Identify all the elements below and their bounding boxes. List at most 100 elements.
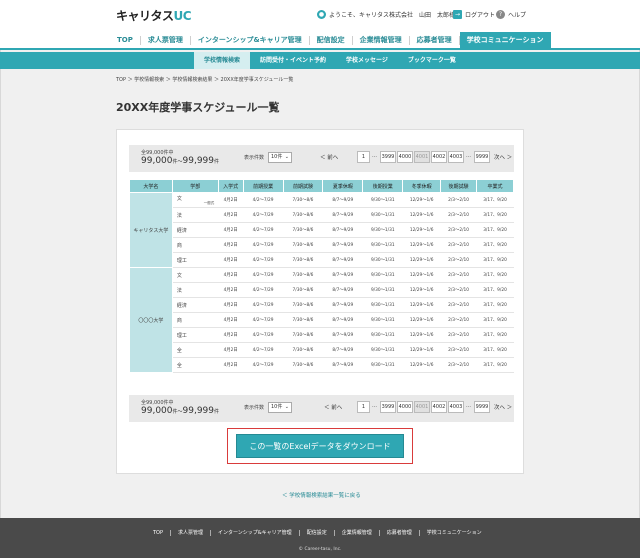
schedule-cell: 3/17、9/20 [476,207,514,223]
page-button[interactable]: 4000 [397,151,413,163]
range-start: 99,000 [141,156,173,166]
footer-link-applicants[interactable]: 応募者管理 [380,530,420,536]
page-button[interactable]: 3999 [380,151,396,163]
footer-link-company[interactable]: 企業情報管理 [335,530,380,536]
schedule-cell: 4/2〜7/29 [243,237,284,253]
next-page-link[interactable]: 次へ ＞ [494,403,512,411]
logout-label: ログアウト [465,12,496,19]
schedule-cell: 12/29〜1/6 [402,252,441,268]
page-button[interactable]: 4002 [431,401,447,413]
faculty-cell: 全 [172,342,219,358]
snav-school-message[interactable]: 学校メッセージ [336,52,398,69]
page-ellipsis: … [372,403,377,409]
faculty-name: 商 [176,242,182,249]
schedule-cell: 8/7〜9/29 [322,342,363,358]
back-to-results-link[interactable]: ＜ 学校情報検索結果一覧に戻る [282,491,361,499]
schedule-cell: 2/3〜2/10 [440,267,477,283]
page-button[interactable]: 4003 [448,401,464,413]
page-ellipsis: … [466,153,471,159]
gnav-job-posting[interactable]: 求人票管理 [141,35,191,45]
range-sep: 件～ [172,159,183,165]
page-button[interactable]: 9999 [474,151,490,163]
table-row: 理工 4月2日 4/2〜7/29 7/30〜8/6 8/7〜9/29 9/30〜1/31 1… [130,327,514,343]
university-name-cell: 〇〇〇大学 [129,267,173,373]
col-first-term: 前期授業 [242,179,284,193]
table-row: 法 4月2日 4/2〜7/29 7/30〜8/6 8/7〜9/29 9/30〜1/31 12… [130,282,514,298]
schedule-cell: 8/7〜9/29 [322,327,363,343]
schedule-cell: 12/29〜1/6 [402,312,441,328]
footer-link-school[interactable]: 学校コミュニケーション [420,530,489,536]
prev-page-link[interactable]: ＜ 前へ [324,403,342,411]
footer-link-delivery[interactable]: 配信設定 [300,530,335,536]
schedule-cell: 7/30〜8/6 [283,327,323,343]
schedule-cell: 3/17、9/20 [476,252,514,268]
range-unit: 件 [214,159,220,165]
gnav-applicants[interactable]: 応募者管理 [410,35,460,45]
schedule-cell: 12/29〜1/6 [402,357,441,373]
col-second-exam: 後期試験 [440,179,478,193]
footer-link-job-posting[interactable]: 求人票管理 [171,530,212,536]
faculty-cell: 法 [172,207,219,223]
schedule-cell: 9/30〜1/31 [362,252,403,268]
schedule-cell: 4/2〜7/29 [243,192,284,208]
faculty-name: 文 [176,272,182,279]
page-ellipsis: … [466,403,471,409]
schedule-cell: 4月2日 [218,267,244,283]
next-page-link[interactable]: 次へ ＞ [494,153,512,161]
range-start: 99,000 [141,406,173,416]
gnav-internship[interactable]: インターンシップ&キャリア管理 [191,35,310,45]
excel-download-button[interactable]: この一覧のExcelデータをダウンロード [236,434,404,458]
faculty-name: 法 [176,287,182,294]
footer-link-internship[interactable]: インターンシップ&キャリア管理 [211,530,300,536]
current-page: 4001 [414,401,430,413]
schedule-cell: 12/29〜1/6 [402,267,441,283]
schedule-cell: 3/17、9/20 [476,327,514,343]
schedule-cell: 4/2〜7/29 [243,342,284,358]
chevron-down-icon: ⌄ [284,404,289,410]
schedule-table: 大学名 学部 入学式 前期授業 前期試験 夏季休暇 後期授業 冬季休暇 後期試験… [129,179,514,373]
faculty-name: 理工 [176,332,187,339]
display-count-select[interactable]: 10件 ⌄ [268,402,292,413]
schedule-cell: 4月2日 [218,237,244,253]
schedule-cell: 7/30〜8/6 [283,267,323,283]
page-button[interactable]: 4000 [397,401,413,413]
faculty-cell: 商 [172,237,219,253]
schedule-cell: 3/17、9/20 [476,342,514,358]
gnav-top[interactable]: TOP [110,35,141,45]
page-button[interactable]: 4002 [431,151,447,163]
schedule-cell: 3/17、9/20 [476,192,514,208]
schedule-cell: 2/3〜2/10 [440,252,477,268]
page-button[interactable]: 4003 [448,151,464,163]
schedule-cell: 4月2日 [218,192,244,208]
schedule-cell: 9/30〜1/31 [362,237,403,253]
schedule-cell: 4/2〜7/29 [243,207,284,223]
page-button[interactable]: 3999 [380,401,396,413]
footer-link-top[interactable]: TOP [146,530,172,536]
page-button[interactable]: 1 [357,151,370,163]
help-link[interactable]: ? ヘルプ [496,10,526,19]
gnav-company-info[interactable]: 企業情報管理 [353,35,410,45]
breadcrumb[interactable]: TOP ＞ 学校情報検索 ＞ 学校情報検索結果 ＞ 20XX年度学事スケジュール… [116,76,293,83]
snav-visit-events[interactable]: 訪問受付・イベント予約 [250,52,336,69]
schedule-cell: 12/29〜1/6 [402,192,441,208]
schedule-panel: 全99,000件中 99,000件～99,999件 表示件数 10件 ⌄ ＜ 前へ… [116,129,524,474]
prev-page-link[interactable]: ＜ 前へ [320,153,338,161]
user-icon: ● [317,10,326,19]
schedule-cell: 4/2〜7/29 [243,327,284,343]
schedule-cell: 8/7〜9/29 [322,357,363,373]
logout-link[interactable]: → ログアウト [453,10,495,19]
logo[interactable]: キャリタスUC [116,7,192,24]
schedule-cell: 7/30〜8/6 [283,282,323,298]
gnav-school-communication[interactable]: 学校コミュニケーション [459,32,551,48]
schedule-cell: 3/17、9/20 [476,222,514,238]
snav-bookmarks[interactable]: ブックマーク一覧 [398,52,466,69]
snav-school-search[interactable]: 学校情報検索 [194,52,251,69]
gnav-delivery-settings[interactable]: 配信設定 [310,35,353,45]
page-button[interactable]: 1 [357,401,370,413]
schedule-cell: 8/7〜9/29 [322,222,363,238]
table-row: 商 4月2日 4/2〜7/29 7/30〜8/6 8/7〜9/29 9/30〜1/31 12… [130,312,514,328]
page-button[interactable]: 9999 [474,401,490,413]
faculty-tag: 一般式 [203,200,215,205]
schedule-cell: 3/17、9/20 [476,357,514,373]
display-count-select[interactable]: 10件 ⌄ [268,152,292,163]
